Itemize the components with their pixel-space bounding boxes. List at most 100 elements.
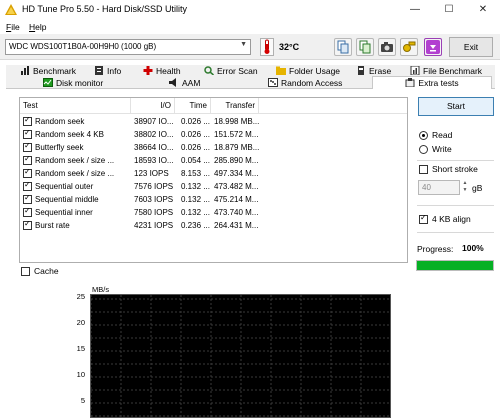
tab-info[interactable]: Info — [94, 66, 121, 77]
table-row[interactable]: Sequential inner 7580 IOPS 0.132 ... 473… — [20, 206, 407, 219]
temperature-readout: 32°C — [279, 42, 300, 52]
short-stroke-checkbox[interactable] — [419, 165, 428, 174]
file-benchmark-icon — [410, 66, 420, 75]
chevron-down-icon: ▼ — [240, 41, 247, 48]
folder-icon — [276, 66, 286, 75]
exit-button[interactable]: Exit — [449, 37, 493, 57]
error-scan-icon — [204, 66, 214, 75]
transfer-value: 18.998 MB... — [214, 117, 259, 126]
time-value: 0.132 ... — [181, 182, 210, 191]
cache-checkbox[interactable] — [21, 267, 30, 276]
row-checkbox[interactable] — [23, 141, 32, 152]
transfer-value: 497.334 M... — [214, 169, 259, 178]
cache-label: Cache — [34, 266, 59, 276]
y-tick-label: 10 — [76, 370, 85, 379]
time-value: 0.026 ... — [181, 117, 210, 126]
results-table[interactable]: Test I/O Time Transfer Random seek 38907… — [19, 97, 408, 263]
health-icon — [143, 66, 153, 75]
spin-up-icon[interactable]: ▲ — [461, 180, 469, 187]
test-name: Butterfly seek — [35, 143, 84, 152]
write-label: Write — [432, 144, 452, 154]
column-header-transfer[interactable]: Transfer — [211, 98, 259, 114]
drive-select[interactable]: WDC WDS100T1B0A-00H9H0 (1000 gB) ▼ — [5, 39, 251, 55]
io-value: 123 IOPS — [134, 169, 169, 178]
tab-health[interactable]: Health — [143, 66, 181, 77]
y-tick-label: 15 — [76, 344, 85, 353]
copy-button[interactable] — [334, 38, 352, 56]
table-row[interactable]: Random seek 38907 IO... 0.026 ... 18.998… — [20, 115, 407, 128]
tab-folder-usage[interactable]: Folder Usage — [276, 66, 340, 77]
maximize-button[interactable]: ☐ — [432, 0, 466, 20]
io-value: 4231 IOPS — [134, 221, 174, 230]
tab-benchmark[interactable]: Benchmark — [20, 66, 76, 77]
table-row[interactable]: Butterfly seek 38664 IO... 0.026 ... 18.… — [20, 141, 407, 154]
y-tick-label: 5 — [80, 396, 85, 405]
table-row[interactable]: Random seek 4 KB 38802 IO... 0.026 ... 1… — [20, 128, 407, 141]
divider — [417, 232, 494, 233]
menu-help[interactable]: Help — [29, 22, 46, 32]
graph-grid — [91, 295, 390, 417]
short-stroke-input[interactable]: 40 — [418, 180, 460, 195]
table-row[interactable]: Sequential outer 7576 IOPS 0.132 ... 473… — [20, 180, 407, 193]
copy-icon — [337, 40, 349, 54]
tab-error-scan[interactable]: Error Scan — [204, 66, 258, 77]
read-label: Read — [432, 130, 453, 140]
y-tick-label: 20 — [76, 318, 85, 327]
time-value: 0.236 ... — [181, 221, 210, 230]
row-checkbox[interactable] — [23, 128, 32, 139]
tab-extra-tests[interactable]: Extra tests — [372, 76, 492, 90]
io-value: 38802 IO... — [134, 130, 174, 139]
spin-down-icon[interactable]: ▼ — [461, 187, 469, 194]
transfer-value: 473.482 M... — [214, 182, 259, 191]
benchmark-icon — [21, 66, 29, 75]
divider — [417, 160, 494, 161]
aam-icon — [169, 78, 176, 87]
table-row[interactable]: Sequential middle 7603 IOPS 0.132 ... 47… — [20, 193, 407, 206]
test-name: Random seek 4 KB — [35, 130, 104, 139]
short-stroke-spinner[interactable]: ▲ ▼ — [461, 180, 469, 195]
transfer-value: 264.431 M... — [214, 221, 259, 230]
read-radio[interactable] — [419, 131, 428, 140]
erase-icon — [358, 66, 364, 75]
row-checkbox[interactable] — [23, 115, 32, 126]
io-value: 38664 IO... — [134, 143, 174, 152]
options-button[interactable] — [400, 38, 418, 56]
row-checkbox[interactable] — [23, 206, 32, 217]
io-value: 18593 IO... — [134, 156, 174, 165]
tab-random-access[interactable]: Random Access — [268, 78, 342, 89]
write-radio[interactable] — [419, 145, 428, 154]
column-header-io[interactable]: I/O — [131, 98, 175, 114]
random-access-icon — [268, 78, 278, 87]
drive-select-value: WDC WDS100T1B0A-00H9H0 (1000 gB) — [9, 42, 157, 51]
column-header-test[interactable]: Test — [20, 98, 131, 114]
minimize-button[interactable]: — — [398, 0, 432, 20]
options-icon — [403, 41, 416, 52]
tab-disk-monitor[interactable]: Disk monitor — [43, 78, 103, 89]
save-icon — [426, 40, 440, 54]
transfer-graph — [90, 294, 391, 418]
screenshot-button[interactable] — [378, 38, 396, 56]
extra-tests-icon — [405, 78, 415, 87]
save-button[interactable] — [424, 38, 442, 56]
copy-info-button[interactable] — [356, 38, 374, 56]
test-name: Random seek — [35, 117, 85, 126]
table-row[interactable]: Random seek / size ... 18593 IO... 0.054… — [20, 154, 407, 167]
copy-info-icon — [359, 40, 371, 54]
menu-file[interactable]: File — [6, 22, 20, 32]
close-button[interactable]: ✕ — [466, 0, 500, 20]
align-4kb-checkbox[interactable] — [419, 213, 428, 224]
progress-fill — [417, 261, 493, 270]
table-row[interactable]: Burst rate 4231 IOPS 0.236 ... 264.431 M… — [20, 219, 407, 232]
row-checkbox[interactable] — [23, 180, 32, 191]
tab-aam[interactable]: AAM — [169, 78, 200, 89]
column-header-time[interactable]: Time — [175, 98, 211, 114]
io-value: 7603 IOPS — [134, 195, 174, 204]
row-checkbox[interactable] — [23, 154, 32, 165]
row-checkbox[interactable] — [23, 219, 32, 230]
table-row[interactable]: Random seek / size ... 123 IOPS 8.153 ..… — [20, 167, 407, 180]
test-name: Sequential inner — [35, 208, 93, 217]
row-checkbox[interactable] — [23, 167, 32, 178]
transfer-value: 151.572 M... — [214, 130, 259, 139]
start-button[interactable]: Start — [418, 97, 494, 116]
row-checkbox[interactable] — [23, 193, 32, 204]
